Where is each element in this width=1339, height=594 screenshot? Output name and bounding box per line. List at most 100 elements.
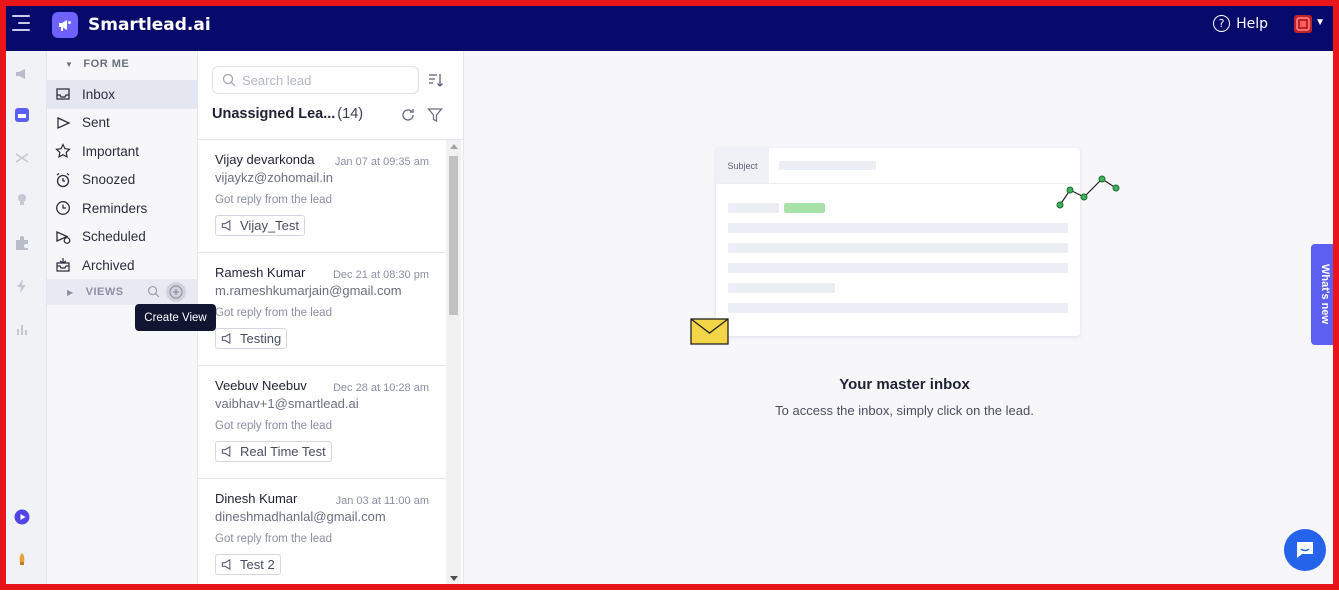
lightbulb-icon[interactable] xyxy=(12,190,32,210)
lead-date: Dec 21 at 08:30 pm xyxy=(332,269,429,281)
whats-new-tab[interactable]: What's new xyxy=(1311,244,1339,345)
scroll-down-arrow[interactable] xyxy=(450,576,458,581)
message-view: Subject Your master inbox To access the … xyxy=(464,51,1333,584)
campaign-name: Test 2 xyxy=(240,557,275,572)
lead-date: Jan 03 at 11:00 am xyxy=(335,495,429,507)
search-box[interactable] xyxy=(212,66,419,94)
top-bar: Smartlead.ai ? Help ▼ xyxy=(0,0,1339,51)
empty-state-subtitle: To access the inbox, simply click on the… xyxy=(775,403,1034,418)
placeholder-line xyxy=(728,223,1068,233)
megaphone-icon[interactable] xyxy=(12,64,32,84)
lightning-icon[interactable] xyxy=(12,276,32,296)
megaphone-icon xyxy=(221,445,231,458)
lead-item[interactable]: Vijay devarkonda Jan 07 at 09:35 am vija… xyxy=(198,140,446,253)
chevron-down-icon: ▼ xyxy=(65,59,74,69)
rocket-icon[interactable] xyxy=(12,549,32,569)
views-section[interactable]: ▶ VIEWS xyxy=(47,279,198,305)
nav-item-important[interactable]: Important xyxy=(47,137,197,166)
nav-item-scheduled[interactable]: Scheduled xyxy=(47,223,197,252)
lead-status: Got reply from the lead xyxy=(215,307,332,319)
help-button[interactable]: ? Help xyxy=(1213,15,1268,32)
scroll-thumb[interactable] xyxy=(449,156,458,315)
megaphone-icon xyxy=(221,219,231,232)
subject-label: Subject xyxy=(716,148,769,183)
filter-icon[interactable] xyxy=(427,107,443,123)
puzzle-icon[interactable] xyxy=(12,233,32,253)
list-title: Unassigned Lea... (14) xyxy=(212,106,363,122)
illustration-header: Subject xyxy=(716,148,1080,184)
lead-list-scrollbar[interactable] xyxy=(446,140,461,584)
inbox-icon[interactable] xyxy=(12,105,32,125)
list-title-text: Unassigned Lea... xyxy=(212,106,336,122)
nav-item-label: Reminders xyxy=(82,200,148,216)
add-view-button[interactable] xyxy=(166,282,186,302)
lead-status: Got reply from the lead xyxy=(215,420,332,432)
menu-icon[interactable] xyxy=(12,15,30,33)
chat-button[interactable] xyxy=(1284,529,1326,571)
envelope-icon xyxy=(690,318,729,345)
nav-item-label: Inbox xyxy=(82,86,116,102)
nav-item-label: Snoozed xyxy=(82,172,136,188)
icon-rail xyxy=(6,51,47,584)
for-me-section[interactable]: ▼ FOR ME xyxy=(47,52,197,76)
nav-item-reminders[interactable]: Reminders xyxy=(47,194,197,223)
campaign-tag[interactable]: Vijay_Test xyxy=(215,215,306,236)
placeholder-highlight xyxy=(784,203,825,213)
placeholder-line xyxy=(728,303,1068,313)
campaign-name: Testing xyxy=(240,331,282,346)
inbox-illustration: Subject xyxy=(716,148,1080,336)
play-icon[interactable] xyxy=(12,507,32,527)
nav-item-inbox[interactable]: Inbox xyxy=(47,80,197,109)
lead-email: vaibhav+1@smartlead.ai xyxy=(215,396,359,411)
inbox-icon xyxy=(56,88,70,100)
help-icon: ? xyxy=(1213,15,1231,32)
placeholder-line xyxy=(728,283,835,293)
refresh-icon[interactable] xyxy=(400,107,416,123)
nav-item-label: Sent xyxy=(82,115,110,131)
crossed-mail-icon[interactable] xyxy=(12,148,32,168)
sort-icon[interactable] xyxy=(428,72,444,88)
views-label: VIEWS xyxy=(85,286,124,298)
nav-item-archived[interactable]: Archived xyxy=(47,251,197,280)
organization-icon[interactable] xyxy=(1292,13,1314,35)
search-icon xyxy=(222,73,236,87)
placeholder-line xyxy=(728,243,1068,253)
campaign-tag[interactable]: Real Time Test xyxy=(215,441,332,462)
nav-item-label: Archived xyxy=(82,257,135,273)
lead-email: dineshmadhanlal@gmail.com xyxy=(215,509,386,524)
scheduled-send-icon xyxy=(56,230,71,244)
lead-item[interactable]: Dinesh Kumar Jan 03 at 11:00 am dineshma… xyxy=(198,479,446,584)
plus-circle-icon xyxy=(169,285,183,299)
campaign-name: Vijay_Test xyxy=(240,218,300,233)
section-label: FOR ME xyxy=(83,58,130,70)
send-icon xyxy=(57,116,71,129)
help-label: Help xyxy=(1236,15,1268,32)
lead-list-panel: Unassigned Lea... (14) Vijay devarkonda … xyxy=(198,51,464,584)
search-input[interactable] xyxy=(242,72,412,88)
lead-status: Got reply from the lead xyxy=(215,533,332,545)
empty-state-title: Your master inbox xyxy=(839,376,970,393)
nav-item-snoozed[interactable]: Snoozed xyxy=(47,166,197,195)
megaphone-icon xyxy=(221,332,231,345)
alarm-clock-icon xyxy=(56,172,70,187)
placeholder-line xyxy=(728,263,1068,273)
archive-icon xyxy=(56,258,70,272)
clock-icon xyxy=(56,201,70,216)
chevron-right-icon: ▶ xyxy=(67,287,74,297)
chevron-down-icon[interactable]: ▼ xyxy=(1315,17,1325,28)
megaphone-icon xyxy=(221,558,231,571)
lead-item[interactable]: Veebuv Neebuv Dec 28 at 10:28 am vaibhav… xyxy=(198,366,446,479)
campaign-tag[interactable]: Test 2 xyxy=(215,554,281,575)
subject-placeholder xyxy=(779,161,876,170)
lead-item[interactable]: Ramesh Kumar Dec 21 at 08:30 pm m.ramesh… xyxy=(198,253,446,366)
lead-status: Got reply from the lead xyxy=(215,194,332,206)
campaign-name: Real Time Test xyxy=(240,444,326,459)
lead-date: Jan 07 at 09:35 am xyxy=(334,156,429,168)
trend-line-icon xyxy=(1056,175,1120,209)
scroll-up-arrow[interactable] xyxy=(450,144,458,149)
campaign-tag[interactable]: Testing xyxy=(215,328,288,349)
search-icon[interactable] xyxy=(147,285,160,298)
bar-chart-icon[interactable] xyxy=(12,319,32,339)
brand-name: Smartlead.ai xyxy=(88,15,211,35)
nav-item-sent[interactable]: Sent xyxy=(47,109,197,138)
